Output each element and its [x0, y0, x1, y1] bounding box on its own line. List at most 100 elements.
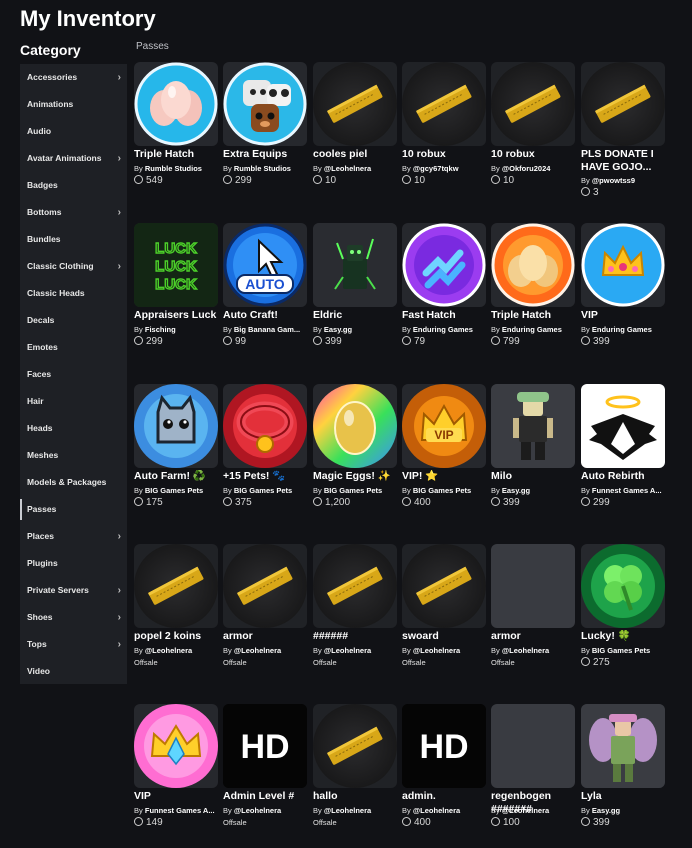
- item-name[interactable]: Extra Equips: [223, 148, 315, 161]
- ticket-icon[interactable]: [313, 62, 397, 146]
- creator-link[interactable]: @Leohelnera: [324, 806, 371, 815]
- creator-link[interactable]: @Leohelnera: [324, 646, 371, 655]
- magic-egg-icon[interactable]: [313, 384, 397, 468]
- item-card[interactable]: Milo By Easy.gg 399: [491, 384, 575, 539]
- item-card[interactable]: hallo By @Leohelnera Offsale: [313, 704, 397, 848]
- sidebar-item-faces[interactable]: Faces: [20, 361, 127, 388]
- sidebar-item-animations[interactable]: Animations: [20, 91, 127, 118]
- creator-link[interactable]: BIG Games Pets: [413, 486, 471, 495]
- item-name[interactable]: armor: [223, 630, 315, 643]
- item-name[interactable]: Appraisers Luck: [134, 309, 226, 322]
- item-card[interactable]: Extra Equips By Rumble Studios 299: [223, 62, 307, 217]
- creator-link[interactable]: Easy.gg: [592, 806, 620, 815]
- ticket-icon[interactable]: [313, 544, 397, 628]
- creator-link[interactable]: Big Banana Gam...: [234, 325, 300, 334]
- ticket-icon[interactable]: [491, 62, 575, 146]
- item-name[interactable]: +15 Pets! 🐾: [223, 470, 315, 483]
- creator-link[interactable]: BIG Games Pets: [234, 486, 292, 495]
- creator-link[interactable]: @Leohelnera: [234, 646, 281, 655]
- item-card[interactable]: Triple Hatch By Enduring Games 799: [491, 223, 575, 378]
- item-card[interactable]: HD Admin Level # By @Leohelnera Offsale: [223, 704, 307, 848]
- item-card[interactable]: Auto Rebirth By Funnest Games A... 299: [581, 384, 665, 539]
- item-name[interactable]: Triple Hatch: [134, 148, 226, 161]
- sidebar-item-audio[interactable]: Audio: [20, 118, 127, 145]
- creator-link[interactable]: @Leohelnera: [413, 646, 460, 655]
- item-card[interactable]: Lyla By Easy.gg 399: [581, 704, 665, 848]
- item-name[interactable]: armor: [491, 630, 583, 643]
- item-name[interactable]: admin.: [402, 790, 494, 803]
- creator-link[interactable]: Easy.gg: [324, 325, 352, 334]
- item-thumbnail[interactable]: [491, 544, 575, 628]
- item-name[interactable]: Lucky! 🍀: [581, 630, 673, 643]
- sidebar-item-models-packages[interactable]: Models & Packages: [20, 469, 127, 496]
- creator-link[interactable]: @Leohelnera: [324, 164, 371, 173]
- item-name[interactable]: Fast Hatch: [402, 309, 494, 322]
- sidebar-item-emotes[interactable]: Emotes: [20, 334, 127, 361]
- creator-link[interactable]: Funnest Games A...: [592, 486, 662, 495]
- item-name[interactable]: hallo: [313, 790, 405, 803]
- avatar-icon[interactable]: [491, 384, 575, 468]
- item-name[interactable]: VIP! ⭐: [402, 470, 494, 483]
- sidebar-item-badges[interactable]: Badges: [20, 172, 127, 199]
- item-name[interactable]: Auto Craft!: [223, 309, 315, 322]
- eggs-icon[interactable]: [134, 62, 218, 146]
- item-name[interactable]: Lyla: [581, 790, 673, 803]
- item-card[interactable]: VIP VIP! ⭐ By BIG Games Pets 400: [402, 384, 486, 539]
- item-card[interactable]: VIP By Enduring Games 399: [581, 223, 665, 378]
- hd-icon[interactable]: HD: [223, 704, 307, 788]
- ticket-icon[interactable]: [402, 544, 486, 628]
- creator-link[interactable]: @Leohelnera: [145, 646, 192, 655]
- item-name[interactable]: popel 2 koins: [134, 630, 226, 643]
- item-thumbnail[interactable]: [491, 704, 575, 788]
- cat-icon[interactable]: [134, 384, 218, 468]
- item-name[interactable]: cooles piel: [313, 148, 405, 161]
- item-name[interactable]: 10 robux: [491, 148, 583, 161]
- creator-link[interactable]: Enduring Games: [502, 325, 562, 334]
- item-card[interactable]: AUTO Auto Craft! By Big Banana Gam... 99: [223, 223, 307, 378]
- item-card[interactable]: Lucky! 🍀 By BIG Games Pets 275: [581, 544, 665, 699]
- item-name[interactable]: ######: [313, 630, 405, 643]
- eggs-orange-icon[interactable]: [491, 223, 575, 307]
- sidebar-item-bundles[interactable]: Bundles: [20, 226, 127, 253]
- sidebar-item-private-servers[interactable]: Private Servers ›: [20, 577, 127, 604]
- item-card[interactable]: Eldric By Easy.gg 399: [313, 223, 397, 378]
- item-name[interactable]: Admin Level #: [223, 790, 315, 803]
- fast-hatch-icon[interactable]: [402, 223, 486, 307]
- item-name[interactable]: 10 robux: [402, 148, 494, 161]
- sidebar-item-plugins[interactable]: Plugins: [20, 550, 127, 577]
- vip-crown-icon[interactable]: VIP: [402, 384, 486, 468]
- creator-link[interactable]: @Leohelnera: [502, 646, 549, 655]
- creator-link[interactable]: @Leohelnera: [413, 806, 460, 815]
- sidebar-item-decals[interactable]: Decals: [20, 307, 127, 334]
- item-name[interactable]: VIP: [581, 309, 673, 322]
- item-card[interactable]: VIP By Funnest Games A... 149: [134, 704, 218, 848]
- auto-icon[interactable]: AUTO: [223, 223, 307, 307]
- item-name[interactable]: Milo: [491, 470, 583, 483]
- item-card[interactable]: PLS DONATE I HAVE GOJO... By @pwowtss9 3: [581, 62, 665, 217]
- ticket-icon[interactable]: [402, 62, 486, 146]
- item-card[interactable]: regenbogen ####### By @Leohelnera 100: [491, 704, 575, 848]
- wings-icon[interactable]: [581, 384, 665, 468]
- crown-icon[interactable]: [581, 223, 665, 307]
- item-name[interactable]: Magic Eggs! ✨: [313, 470, 405, 483]
- item-card[interactable]: 10 robux By @Okforu2024 10: [491, 62, 575, 217]
- item-card[interactable]: HD admin. By @Leohelnera 400: [402, 704, 486, 848]
- sidebar-item-bottoms[interactable]: Bottoms ›: [20, 199, 127, 226]
- sidebar-item-avatar-animations[interactable]: Avatar Animations ›: [20, 145, 127, 172]
- sidebar-item-classic-clothing[interactable]: Classic Clothing ›: [20, 253, 127, 280]
- sidebar-item-video[interactable]: Video: [20, 658, 127, 685]
- creator-link[interactable]: Enduring Games: [413, 325, 473, 334]
- item-card[interactable]: Triple Hatch By Rumble Studios 549: [134, 62, 218, 217]
- item-card[interactable]: 10 robux By @gcy67tqkw 10: [402, 62, 486, 217]
- item-card[interactable]: +15 Pets! 🐾 By BIG Games Pets 375: [223, 384, 307, 539]
- gem-crown-icon[interactable]: [134, 704, 218, 788]
- creator-link[interactable]: Funnest Games A...: [145, 806, 215, 815]
- collar-icon[interactable]: [223, 384, 307, 468]
- sidebar-item-meshes[interactable]: Meshes: [20, 442, 127, 469]
- sidebar-item-shoes[interactable]: Shoes ›: [20, 604, 127, 631]
- ticket-icon[interactable]: [223, 544, 307, 628]
- item-card[interactable]: popel 2 koins By @Leohelnera Offsale: [134, 544, 218, 699]
- item-card[interactable]: Fast Hatch By Enduring Games 79: [402, 223, 486, 378]
- creator-link[interactable]: BIG Games Pets: [145, 486, 203, 495]
- sidebar-item-accessories[interactable]: Accessories ›: [20, 64, 127, 91]
